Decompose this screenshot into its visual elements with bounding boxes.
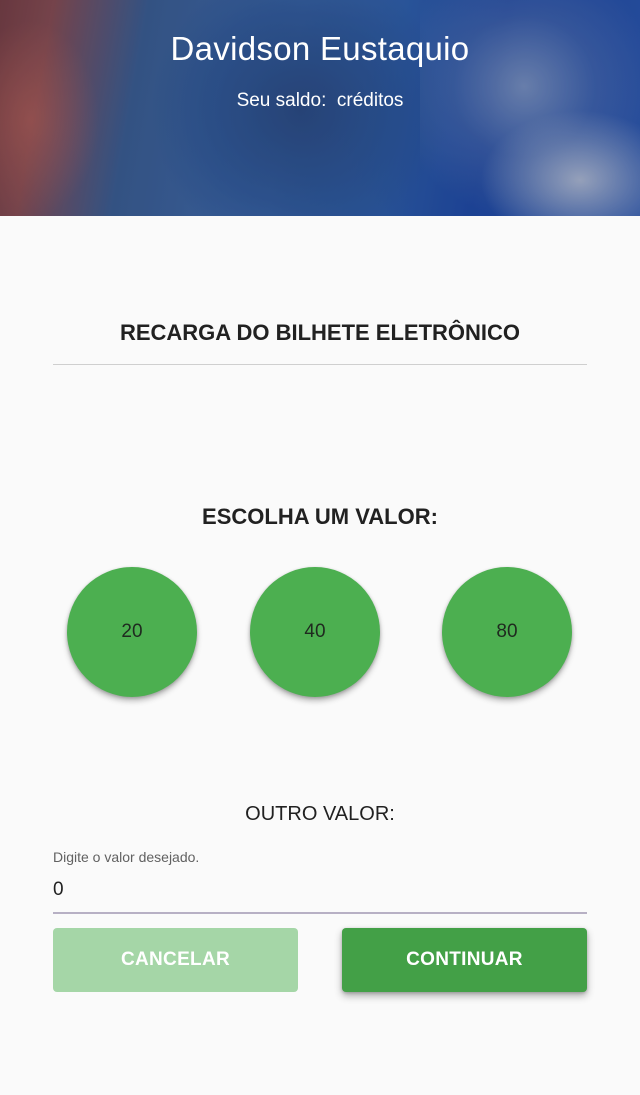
amount-input[interactable]	[53, 868, 587, 914]
user-name: Davidson Eustaquio	[170, 30, 470, 67]
value-button-80[interactable]: 80	[442, 567, 572, 697]
value-button-40[interactable]: 40	[250, 567, 380, 697]
title-divider	[53, 364, 587, 365]
balance-text: Seu saldo: créditos	[236, 90, 404, 111]
other-value-label: OUTRO VALOR:	[245, 803, 395, 825]
page-title: RECARGA DO BILHETE ELETRÔNICO	[119, 320, 521, 345]
choose-value-label: ESCOLHA UM VALOR:	[202, 504, 438, 529]
value-button-20[interactable]: 20	[67, 567, 197, 697]
cancel-button[interactable]: CANCELAR	[53, 928, 298, 992]
continue-button[interactable]: CONTINUAR	[342, 928, 587, 992]
profile-header: Davidson Eustaquio Seu saldo: créditos	[0, 0, 640, 216]
amount-input-label: Digite o valor desejado.	[53, 849, 200, 865]
